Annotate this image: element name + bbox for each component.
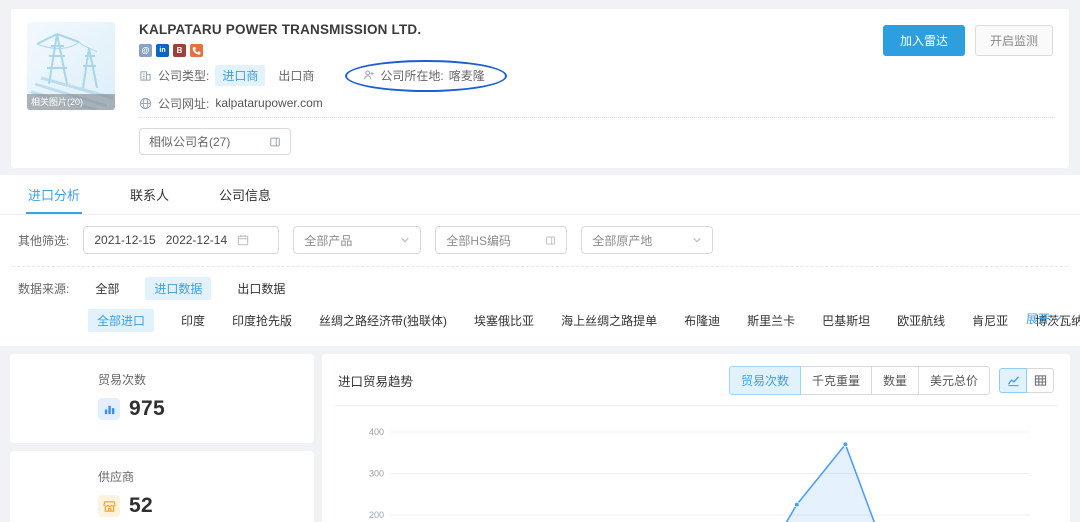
origin-select-value: 全部原产地: [592, 232, 652, 249]
hs-code-select-value: 全部HS编码: [446, 232, 511, 249]
tab-import-analysis[interactable]: 进口分析: [26, 175, 82, 214]
table-icon: [1034, 374, 1047, 387]
stat-label: 贸易次数: [98, 371, 314, 388]
divider: [334, 405, 1058, 406]
company-photo[interactable]: 相关图片(20): [27, 22, 115, 110]
data-source-label: 数据来源:: [18, 280, 69, 297]
add-radar-button[interactable]: 加入雷达: [883, 25, 965, 56]
stat-card-trade-count: 贸易次数 975: [10, 354, 314, 443]
region-item[interactable]: 印度抢先版: [232, 312, 292, 329]
panel-icon: [545, 235, 556, 246]
region-item[interactable]: 巴基斯坦: [822, 312, 870, 329]
tab-company-info[interactable]: 公司信息: [217, 175, 273, 214]
calendar-icon: [237, 234, 249, 246]
filter-row: 其他筛选: 2021-12-15 2022-12-14 全部产品 全部HS编码 …: [0, 215, 1080, 264]
product-select-value: 全部产品: [304, 232, 352, 249]
divider: [139, 117, 1053, 118]
blogger-icon[interactable]: B: [173, 44, 186, 57]
stat-value: 975: [129, 397, 165, 421]
metric-kg-weight-button[interactable]: 千克重量: [800, 366, 872, 395]
metric-quantity-button[interactable]: 数量: [871, 366, 919, 395]
bar-chart-icon: [98, 398, 120, 420]
company-type-label: 公司类型:: [158, 67, 209, 84]
globe-icon: [139, 97, 152, 110]
stat-value: 52: [129, 494, 153, 518]
svg-text:300: 300: [369, 469, 384, 479]
filter-band: 进口分析 联系人 公司信息 其他筛选: 2021-12-15 2022-12-1…: [0, 175, 1080, 346]
panel-icon: [269, 136, 281, 148]
company-header: 相关图片(20) KALPATARU POWER TRANSMISSION LT…: [10, 8, 1070, 169]
metric-trade-count-button[interactable]: 贸易次数: [729, 366, 801, 395]
hs-code-select[interactable]: 全部HS编码: [435, 226, 567, 254]
email-icon[interactable]: @: [139, 44, 152, 57]
expand-label: 展开: [1026, 310, 1050, 327]
expand-link[interactable]: 展开: [1026, 310, 1062, 327]
table-view-button[interactable]: [1026, 368, 1054, 393]
chart-title: 进口贸易趋势: [338, 371, 413, 390]
chevron-down-icon: [1053, 314, 1062, 323]
importer-tag[interactable]: 进口商: [215, 65, 265, 86]
location-value: 喀麦隆: [449, 67, 485, 84]
similar-companies-label: 相似公司名(27): [149, 133, 230, 150]
date-range-picker[interactable]: 2021-12-15 2022-12-14: [83, 226, 279, 254]
import-trend-area-chart[interactable]: 01002003004002021-122022-012022-022022-0…: [338, 408, 1050, 522]
svg-text:200: 200: [369, 510, 384, 520]
phone-icon[interactable]: [190, 44, 203, 57]
similar-companies-select[interactable]: 相似公司名(27): [139, 128, 291, 155]
trend-chart-card: 进口贸易趋势 贸易次数 千克重量 数量 美元总价 0: [322, 354, 1070, 522]
building-icon: [139, 69, 152, 82]
filter-label: 其他筛选:: [18, 232, 69, 249]
date-start[interactable]: 2021-12-15: [94, 233, 155, 247]
data-source-row: 数据来源: 全部 进口数据 出口数据: [0, 267, 1080, 302]
region-item[interactable]: 欧亚航线: [897, 312, 945, 329]
related-images-caption[interactable]: 相关图片(20): [27, 94, 115, 110]
linkedin-icon[interactable]: in: [156, 44, 169, 57]
line-chart-icon: [1007, 374, 1020, 387]
view-toggle-group: [1000, 368, 1054, 393]
region-item[interactable]: 斯里兰卡: [747, 312, 795, 329]
source-export-data[interactable]: 出口数据: [237, 280, 285, 297]
region-item[interactable]: 印度: [181, 312, 205, 329]
metric-usd-total-button[interactable]: 美元总价: [918, 366, 990, 395]
stat-label: 供应商: [98, 468, 314, 485]
region-all-imports[interactable]: 全部进口: [88, 309, 154, 332]
start-monitor-button[interactable]: 开启监测: [975, 25, 1053, 56]
chevron-down-icon: [692, 235, 702, 245]
region-item[interactable]: 埃塞俄比亚: [474, 312, 534, 329]
exporter-tag[interactable]: 出口商: [271, 65, 321, 86]
metric-button-group: 贸易次数 千克重量 数量 美元总价: [729, 366, 990, 395]
stats-column: 贸易次数 975 供应商 52 最近一次进口记录: [10, 354, 314, 522]
tab-bar: 进口分析 联系人 公司信息: [0, 175, 1080, 215]
company-location-circled: 公司所在地: 喀麦隆: [353, 64, 494, 87]
website-value[interactable]: kalpatarupower.com: [215, 96, 322, 110]
location-label: 公司所在地:: [380, 67, 443, 84]
source-all[interactable]: 全部: [95, 280, 119, 297]
region-item[interactable]: 肯尼亚: [972, 312, 1008, 329]
product-select[interactable]: 全部产品: [293, 226, 421, 254]
tab-contacts[interactable]: 联系人: [128, 175, 171, 214]
source-import-data[interactable]: 进口数据: [145, 277, 211, 300]
region-item[interactable]: 布隆迪: [684, 312, 720, 329]
stat-card-suppliers: 供应商 52: [10, 451, 314, 522]
date-end[interactable]: 2022-12-14: [166, 233, 227, 247]
region-item[interactable]: 丝绸之路经济带(独联体): [319, 312, 447, 329]
svg-text:400: 400: [369, 427, 384, 437]
shop-icon: [98, 495, 120, 517]
region-tabs: 全部进口 印度 印度抢先版 丝绸之路经济带(独联体) 埃塞俄比亚 海上丝绸之路提…: [0, 302, 1080, 344]
line-chart-view-button[interactable]: [999, 368, 1027, 393]
origin-select[interactable]: 全部原产地: [581, 226, 713, 254]
chevron-down-icon: [400, 235, 410, 245]
location-person-icon: [363, 69, 375, 81]
region-item[interactable]: 海上丝绸之路提单: [561, 312, 657, 329]
website-label: 公司网址:: [158, 95, 209, 112]
main-content: 贸易次数 975 供应商 52 最近一次进口记录: [10, 354, 1070, 522]
